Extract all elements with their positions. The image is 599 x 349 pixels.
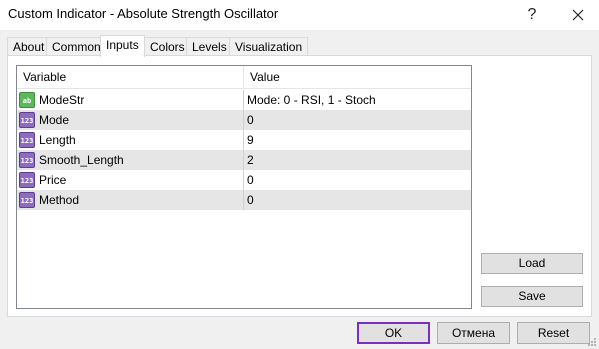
variable-name: Price bbox=[39, 173, 67, 187]
ok-button[interactable]: OK bbox=[357, 322, 430, 344]
number-icon: 123 bbox=[19, 192, 35, 208]
variable-name: ModeStr bbox=[39, 93, 85, 107]
variable-name: Mode bbox=[39, 113, 70, 127]
cancel-button[interactable]: Отмена bbox=[437, 322, 510, 344]
load-button[interactable]: Load bbox=[481, 253, 583, 274]
cell-divider bbox=[243, 190, 244, 210]
number-icon: 123 bbox=[19, 172, 35, 188]
tab-visualization[interactable]: Visualization bbox=[229, 37, 309, 56]
variable-value[interactable]: 0 bbox=[247, 110, 254, 130]
cell-divider bbox=[243, 90, 244, 110]
number-icon: 123 bbox=[19, 112, 35, 128]
window-title: Custom Indicator - Absolute Strength Osc… bbox=[8, 6, 279, 21]
close-icon bbox=[572, 9, 584, 21]
close-button[interactable] bbox=[556, 0, 599, 30]
cell-divider bbox=[243, 110, 244, 130]
number-icon: 123 bbox=[19, 132, 35, 148]
tab-strip: About Common Inputs Colors Levels Visual… bbox=[7, 35, 597, 57]
tab-levels[interactable]: Levels bbox=[186, 37, 233, 56]
string-icon: ab bbox=[19, 92, 35, 108]
tab-inputs[interactable]: Inputs bbox=[100, 35, 145, 57]
variable-value[interactable]: 2 bbox=[247, 150, 254, 170]
save-button[interactable]: Save bbox=[481, 286, 583, 307]
grid-header: Variable Value bbox=[17, 66, 471, 89]
column-header-value[interactable]: Value bbox=[244, 66, 280, 89]
inputs-grid: Variable Value ab ModeStr Mode: 0 - RSI,… bbox=[16, 65, 472, 309]
variable-name: Length bbox=[39, 133, 76, 147]
cell-divider bbox=[243, 170, 244, 190]
table-row[interactable]: 123 Price 0 bbox=[17, 170, 471, 190]
table-row[interactable]: ab ModeStr Mode: 0 - RSI, 1 - Stoch bbox=[17, 90, 471, 110]
variable-value[interactable]: 9 bbox=[247, 130, 254, 150]
reset-button[interactable]: Reset bbox=[517, 322, 590, 344]
tab-common[interactable]: Common bbox=[46, 37, 107, 56]
help-icon: ? bbox=[527, 6, 537, 23]
variable-name: Method bbox=[39, 193, 80, 207]
cell-divider bbox=[243, 150, 244, 170]
resize-grip-icon[interactable] bbox=[587, 337, 597, 347]
tab-about[interactable]: About bbox=[7, 37, 51, 56]
table-row[interactable]: 123 Length 9 bbox=[17, 130, 471, 150]
variable-value[interactable]: 0 bbox=[247, 190, 254, 210]
tab-colors[interactable]: Colors bbox=[144, 37, 191, 56]
column-header-variable[interactable]: Variable bbox=[17, 66, 66, 89]
table-row[interactable]: 123 Smooth_Length 2 bbox=[17, 150, 471, 170]
help-button[interactable]: ? bbox=[510, 0, 554, 30]
table-row[interactable]: 123 Method 0 bbox=[17, 190, 471, 210]
title-bar: Custom Indicator - Absolute Strength Osc… bbox=[0, 0, 599, 30]
variable-value[interactable]: 0 bbox=[247, 170, 254, 190]
variable-value[interactable]: Mode: 0 - RSI, 1 - Stoch bbox=[247, 90, 376, 110]
number-icon: 123 bbox=[19, 152, 35, 168]
cell-divider bbox=[243, 130, 244, 150]
table-row[interactable]: 123 Mode 0 bbox=[17, 110, 471, 130]
variable-name: Smooth_Length bbox=[39, 153, 124, 167]
